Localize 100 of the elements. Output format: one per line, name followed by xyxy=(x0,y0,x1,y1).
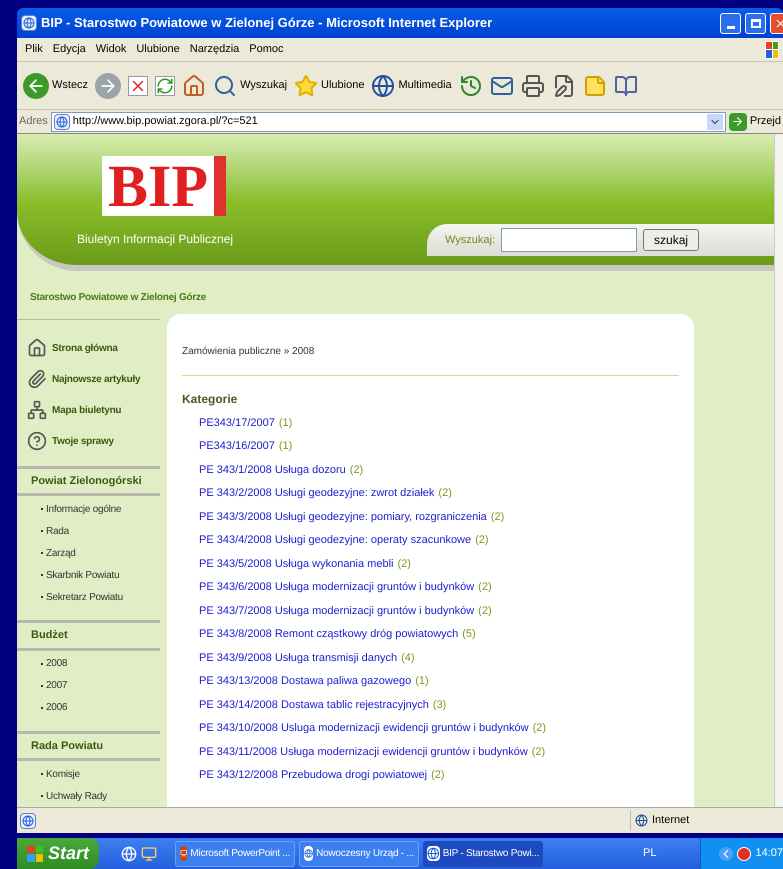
category-link[interactable]: PE 343/10/2008 Usluga modernizacji ewidencji gruntów i budynków xyxy=(199,720,529,736)
category-link[interactable]: PE 343/5/2008 Usługa wykonania mebli xyxy=(199,556,394,572)
sidebar-link[interactable]: 2007 xyxy=(46,678,68,693)
refresh-icon xyxy=(155,76,176,96)
category-link[interactable]: PE 343/8/2008 Remont cząstkowy dróg powiatowych xyxy=(199,626,458,642)
stop-icon xyxy=(128,76,148,96)
star-icon xyxy=(294,74,318,98)
presentation-icon xyxy=(180,846,188,861)
taskbar-task[interactable]: BIP - Starostwo Powi... xyxy=(423,840,544,866)
printer-button[interactable] xyxy=(520,74,545,98)
category-link[interactable]: PE 343/9/2008 Usługa transmisji danych xyxy=(199,650,398,666)
category-link[interactable]: PE 343/14/2008 Dostawa tablic rejestracyjnych xyxy=(199,696,429,713)
section-heading: Rada Powiatu xyxy=(31,738,104,754)
category-link[interactable]: PE 343/12/2008 Przebudowa drogi powiatowej xyxy=(199,767,428,784)
search-icon xyxy=(213,74,238,98)
taskbar-task[interactable]: Microsoft PowerPoint ... xyxy=(175,840,296,866)
item-count: (3) xyxy=(432,698,446,712)
category-link[interactable]: PE343/16/2007 xyxy=(199,438,275,454)
scrollbar[interactable] xyxy=(774,134,783,807)
sidebar-link[interactable]: Rada xyxy=(46,524,69,538)
go-button[interactable]: Przejd xyxy=(728,112,781,130)
address-field[interactable]: http://www.bip.powiat.zgora.pl/?c=521 xyxy=(50,112,726,132)
item-count: (2) xyxy=(397,556,411,572)
item-count: (1) xyxy=(278,439,292,454)
menu-item[interactable]: Widok xyxy=(92,41,130,58)
search-button[interactable]: szukaj xyxy=(643,229,700,251)
item-count: (2) xyxy=(350,462,364,478)
browser-icon xyxy=(21,15,37,31)
desktop-icon[interactable] xyxy=(141,846,158,862)
search-field[interactable] xyxy=(501,228,638,252)
nav-link[interactable]: Najnowsze artykuły xyxy=(27,366,160,392)
menu-item[interactable]: Edycja xyxy=(48,41,90,58)
restore-button[interactable] xyxy=(745,12,766,34)
category-link[interactable]: PE343/17/2007 xyxy=(199,414,275,431)
address-label: Adres xyxy=(19,114,48,130)
back-icon xyxy=(23,72,49,98)
dropdown-icon[interactable] xyxy=(706,114,723,130)
browser-icon xyxy=(20,812,36,828)
history-button[interactable] xyxy=(458,74,483,98)
item-count: (5) xyxy=(462,627,476,642)
category-link[interactable]: PE 343/3/2008 Usługi geodezyjne: pomiary, rozgraniczenia xyxy=(199,508,487,525)
sidebar-link[interactable]: Skarbnik Powiatu xyxy=(46,568,120,582)
toolbar-button[interactable]: Multimedia xyxy=(371,74,452,98)
stop-button[interactable] xyxy=(128,76,148,96)
sitemap-icon xyxy=(27,400,47,420)
question-icon xyxy=(27,431,47,451)
category-link[interactable]: PE 343/1/2008 Usługa dozoru xyxy=(199,462,346,478)
printer-icon xyxy=(520,74,545,98)
sidebar-link[interactable]: Sekretarz Powiatu xyxy=(46,590,123,604)
item-count: (1) xyxy=(278,416,292,430)
item-count: (4) xyxy=(401,650,415,666)
sidebar-link[interactable]: Zarząd xyxy=(46,546,76,560)
taskbar-task[interactable]: Nowoczesny Urząd - ... xyxy=(299,840,420,866)
forward-button[interactable] xyxy=(95,72,122,98)
refresh-button[interactable] xyxy=(155,76,176,96)
item-count: (1) xyxy=(415,674,429,689)
category-link[interactable]: PE 343/4/2008 Usługi geodezyjne: operaty szacunkowe xyxy=(199,532,472,548)
sidebar-link[interactable]: 2008 xyxy=(46,656,68,671)
windows-logo-icon xyxy=(27,846,43,862)
menu-item[interactable]: Plik xyxy=(21,41,47,58)
menu-item[interactable]: Pomoc xyxy=(245,41,288,58)
breadcrumb: Zamówienia publiczne » 2008 xyxy=(182,345,316,359)
item-count: (2) xyxy=(490,510,504,524)
zone-label: Internet xyxy=(652,813,690,828)
category-link[interactable]: PE 343/13/2008 Dostawa paliwa gazowego xyxy=(199,673,412,690)
site-title: Starostwo Powiatowe w Zielonej Górze xyxy=(30,291,206,305)
category-link[interactable]: PE 343/6/2008 Usługa modernizacji gruntów i budynków xyxy=(199,579,474,596)
minimize-icon xyxy=(726,26,734,28)
category-link[interactable]: PE 343/7/2008 Usługa modernizacji gruntów i budynków xyxy=(199,602,474,619)
sidebar-link[interactable]: 2006 xyxy=(46,700,68,715)
sidebar-link[interactable]: Uchwały Rady xyxy=(46,788,107,804)
language-indicator[interactable]: PL xyxy=(643,845,656,862)
menu-item[interactable]: Narzędzia xyxy=(186,41,244,58)
category-link[interactable]: PE 343/2/2008 Usługi geodezyjne: zwrot działek xyxy=(199,485,434,502)
history-icon xyxy=(458,74,483,98)
logo: BIP xyxy=(102,156,226,216)
start-button[interactable]: Start xyxy=(17,838,100,869)
logo-subtitle: Biuletyn Informacji Publicznej xyxy=(77,231,234,248)
item-count: (2) xyxy=(431,768,445,783)
minimize-button[interactable] xyxy=(720,12,741,34)
globe-icon xyxy=(635,814,648,827)
sidebar-link[interactable]: Komisje xyxy=(46,766,80,782)
nav-link[interactable]: Twoje sprawy xyxy=(27,428,160,454)
item-count: (2) xyxy=(532,744,546,760)
home-button[interactable] xyxy=(182,74,206,98)
sidebar-link[interactable]: Informacje ogólne xyxy=(46,502,122,516)
book-button[interactable] xyxy=(614,74,638,98)
nav-link[interactable]: Strona główna xyxy=(27,336,160,360)
clock: 14:07 xyxy=(755,846,783,862)
browser-icon xyxy=(304,846,314,861)
item-count: (2) xyxy=(438,486,452,501)
category-link[interactable]: PE 343/11/2008 Usługa modernizacji ewidencji gruntów i budynków xyxy=(199,744,528,760)
nav-link[interactable]: Mapa biuletynu xyxy=(27,398,160,422)
menu-item[interactable]: Ulubione xyxy=(132,41,184,58)
toolbar-button[interactable]: Wstecz xyxy=(23,72,88,98)
item-count: (2) xyxy=(478,604,492,618)
browser-icon[interactable] xyxy=(121,846,138,862)
toolbar-button[interactable]: Wyszukaj xyxy=(213,74,288,98)
expand-tray-icon[interactable] xyxy=(719,846,734,860)
toolbar-button[interactable]: Ulubione xyxy=(294,74,364,98)
